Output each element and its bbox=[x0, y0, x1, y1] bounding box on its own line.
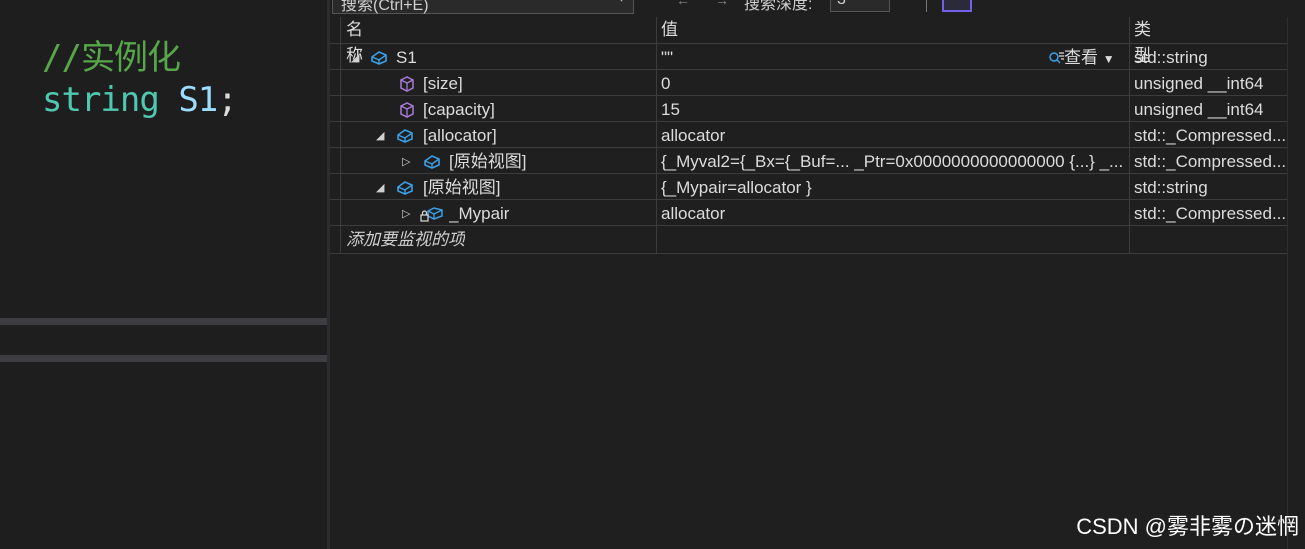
collapsed-arrow-icon[interactable]: ▷ bbox=[402, 149, 410, 175]
watch-row-value[interactable]: "" bbox=[661, 45, 673, 71]
expanded-arrow-icon[interactable]: ◢ bbox=[376, 123, 384, 149]
expanded-arrow-icon[interactable]: ◢ bbox=[376, 175, 384, 201]
code-declaration: string S1; bbox=[42, 80, 238, 120]
class-object-icon bbox=[397, 181, 413, 195]
hex-display-button[interactable] bbox=[942, 0, 972, 12]
private-member-icon bbox=[420, 207, 443, 222]
watch-row-name: [allocator] bbox=[423, 126, 497, 145]
mid-panel bbox=[0, 325, 327, 355]
code-editor[interactable]: //实例化 string S1; bbox=[0, 0, 327, 318]
watch-row-raw-view[interactable]: ▷ [原始视图] {_Myval2={_Bx={_Buf=... _Ptr=0x… bbox=[330, 149, 1288, 175]
search-depth-label: 搜索深度: bbox=[744, 0, 813, 13]
search-forward-icon[interactable]: → bbox=[715, 0, 729, 8]
code-comment: //实例化 bbox=[42, 38, 181, 78]
search-dropdown-icon[interactable]: ▾ bbox=[618, 0, 625, 6]
panel-splitter-top[interactable] bbox=[0, 318, 327, 325]
search-depth-value: 3 bbox=[837, 0, 846, 9]
field-icon bbox=[400, 76, 414, 92]
semicolon: ; bbox=[217, 80, 238, 120]
vertical-scrollbar[interactable] bbox=[1287, 17, 1305, 549]
watch-row-type: unsigned __int64 bbox=[1134, 74, 1264, 93]
watch-window: 搜索(Ctrl+E) ▾ ← → 搜索深度: 3 名称 值 类型 ◢ S1 bbox=[330, 0, 1305, 549]
search-back-icon[interactable]: ← bbox=[676, 0, 690, 8]
watch-row-type: std::_Compressed... bbox=[1134, 126, 1286, 145]
grid-line bbox=[330, 43, 1288, 44]
watch-row-type: std::string bbox=[1134, 48, 1208, 67]
column-header-type[interactable]: 类型 bbox=[1134, 17, 1151, 65]
watch-row-name: _Mypair bbox=[449, 204, 510, 223]
watch-row-name: [capacity] bbox=[423, 100, 495, 119]
watch-row-type: unsigned __int64 bbox=[1134, 100, 1264, 119]
search-placeholder: 搜索(Ctrl+E) bbox=[341, 0, 429, 14]
add-watch-placeholder[interactable]: 添加要监视的项 bbox=[346, 227, 465, 253]
watch-row-value[interactable]: {_Mypair=allocator } bbox=[661, 175, 812, 201]
watch-row-raw-view[interactable]: ◢ [原始视图] {_Mypair=allocator } std::strin… bbox=[330, 175, 1288, 201]
visualizer-button[interactable]: 查看 ▼ bbox=[1048, 45, 1115, 71]
watch-row-value[interactable]: allocator bbox=[661, 123, 725, 149]
variable-name: S1 bbox=[178, 80, 218, 120]
class-object-icon bbox=[371, 51, 387, 65]
column-header-name[interactable]: 名称 bbox=[346, 17, 363, 65]
watch-row-s1[interactable]: ◢ S1 "" 查看 ▼ std::string bbox=[330, 45, 1288, 71]
magnifier-icon bbox=[1049, 52, 1064, 64]
watch-row-value[interactable]: allocator bbox=[661, 201, 725, 227]
watch-row-value[interactable]: 15 bbox=[661, 97, 680, 123]
watch-row-name: [原始视图] bbox=[449, 152, 527, 171]
watermark: CSDN @雾非雾の迷惘 bbox=[1076, 514, 1299, 539]
watch-row-type: std::_Compressed... bbox=[1134, 204, 1286, 223]
bottom-left-panel bbox=[0, 362, 327, 549]
panel-splitter-bottom[interactable] bbox=[0, 355, 327, 362]
visualizer-label: 查看 bbox=[1064, 48, 1098, 67]
watch-row-mypair[interactable]: ▷ _Mypair allocator std::_Compressed... bbox=[330, 201, 1288, 227]
search-input[interactable]: 搜索(Ctrl+E) ▾ bbox=[332, 0, 634, 14]
type-keyword: string bbox=[42, 80, 160, 120]
expanded-arrow-icon[interactable]: ◢ bbox=[351, 45, 359, 71]
watch-row-name: S1 bbox=[396, 48, 417, 67]
class-object-icon bbox=[424, 155, 440, 169]
watch-row-name: [原始视图] bbox=[423, 178, 501, 197]
grid-line bbox=[330, 253, 1288, 254]
watch-row-size[interactable]: [size] 0 unsigned __int64 bbox=[330, 71, 1288, 97]
watch-row-value[interactable]: 0 bbox=[661, 71, 670, 97]
column-header-value[interactable]: 值 bbox=[661, 17, 678, 43]
toolbar-separator bbox=[926, 0, 927, 12]
collapsed-arrow-icon[interactable]: ▷ bbox=[402, 201, 410, 227]
watch-row-allocator[interactable]: ◢ [allocator] allocator std::_Compressed… bbox=[330, 123, 1288, 149]
class-object-icon bbox=[397, 129, 413, 143]
watch-row-value[interactable]: {_Myval2={_Bx={_Buf=... _Ptr=0x000000000… bbox=[661, 149, 1124, 175]
field-icon bbox=[400, 102, 414, 118]
watch-row-capacity[interactable]: [capacity] 15 unsigned __int64 bbox=[330, 97, 1288, 123]
watch-row-type: std::string bbox=[1134, 178, 1208, 197]
watch-row-name: [size] bbox=[423, 74, 463, 93]
watch-row-type: std::_Compressed... bbox=[1134, 152, 1286, 171]
add-watch-row[interactable]: 添加要监视的项 bbox=[330, 227, 1288, 253]
caret-down-icon: ▼ bbox=[1102, 52, 1115, 66]
watch-toolbar: 搜索(Ctrl+E) ▾ ← → 搜索深度: 3 bbox=[330, 0, 1305, 14]
search-depth-input[interactable]: 3 bbox=[830, 0, 890, 12]
